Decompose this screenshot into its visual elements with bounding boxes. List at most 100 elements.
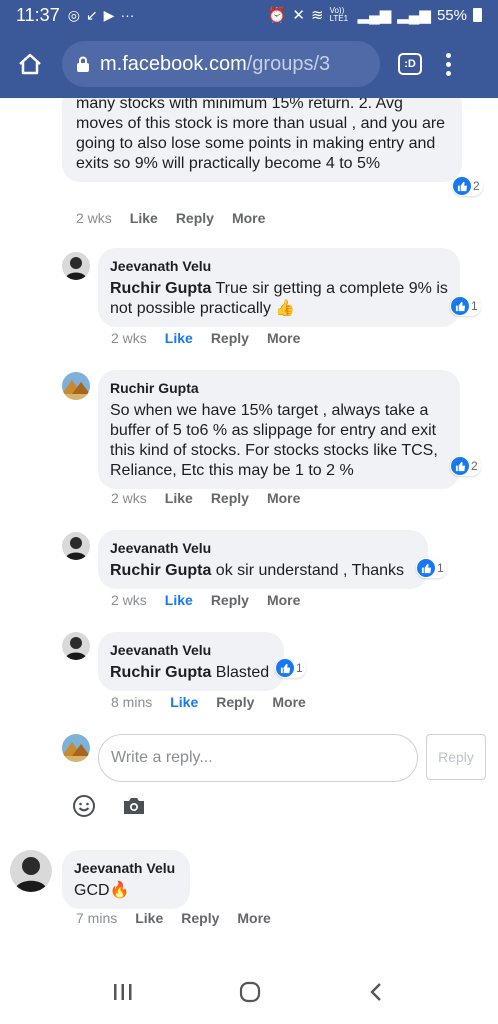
url-bar[interactable]: m.facebook.com/groups/3 (62, 41, 380, 87)
more-link[interactable]: More (267, 592, 300, 608)
like-reaction-icon (451, 457, 469, 475)
like-link[interactable]: Like (165, 592, 193, 608)
like-link[interactable]: Like (130, 210, 158, 226)
browser-menu-button[interactable] (444, 52, 452, 76)
recent-apps-icon[interactable] (112, 982, 134, 1002)
avatar[interactable] (62, 632, 90, 660)
comment-text: many stocks with minimum 15% return. 2. … (76, 98, 446, 172)
like-reaction-icon (417, 559, 435, 577)
reply-link[interactable]: Reply (176, 210, 214, 226)
comment-bubble: Jeevanath Velu Ruchir Gupta True sir get… (98, 248, 460, 327)
reply-link[interactable]: Reply (211, 592, 249, 608)
comment-bubble: Jeevanath Velu Ruchir Gupta Blasted (98, 632, 284, 691)
menu-dot (445, 61, 451, 67)
reply-submit-button[interactable]: Reply (426, 734, 486, 780)
comment-time[interactable]: 2 wks (111, 592, 147, 608)
reaction-count[interactable]: 2 (450, 456, 481, 476)
like-link[interactable]: Like (170, 694, 198, 710)
battery-percent: 55% (436, 6, 467, 24)
avatar[interactable] (62, 532, 90, 560)
comment-author[interactable]: Jeevanath Velu (110, 538, 416, 558)
reaction-number: 2 (473, 179, 480, 193)
pyramid-avatar-icon (62, 372, 90, 400)
like-link[interactable]: Like (165, 330, 193, 346)
comment-text: Blasted (211, 664, 270, 681)
reaction-count[interactable]: 2 (452, 176, 483, 196)
comment-text: GCD🔥 (74, 882, 130, 899)
comment-bubble: Jeevanath Velu GCD🔥 (62, 850, 190, 909)
mention-link[interactable]: Ruchir Gupta (110, 280, 211, 297)
more-link[interactable]: More (267, 330, 300, 346)
comment-time[interactable]: 7 mins (76, 910, 117, 926)
notification-icons: ◎ ↙ ▶ ··· (68, 7, 135, 24)
mention-link[interactable]: Ruchir Gupta (110, 562, 211, 579)
reaction-number: 1 (296, 661, 303, 675)
more-link[interactable]: More (232, 210, 265, 226)
emoji-icon[interactable] (72, 794, 96, 818)
comment-author[interactable]: Jeevanath Velu (74, 858, 178, 878)
comment-bubble: Ruchir Gupta So when we have 15% target … (98, 370, 460, 489)
avatar[interactable] (62, 372, 90, 400)
signal-icon-2: ▂▄▆ (397, 7, 431, 24)
comment-author[interactable]: Jeevanath Velu (110, 640, 272, 660)
home-button[interactable] (12, 46, 48, 82)
comment-actions: 7 mins Like Reply More (76, 910, 271, 926)
missed-call-icon: ↙ (85, 6, 98, 23)
user-avatar-icon (62, 532, 90, 560)
pyramid-avatar-icon (62, 734, 90, 762)
like-link[interactable]: Like (135, 910, 163, 926)
comment-actions: 2 wks Like Reply More (111, 592, 300, 608)
alarm-icon: ⏰ (267, 7, 287, 24)
comment-text: ok sir understand , Thanks (211, 562, 405, 579)
reaction-count[interactable]: 1 (450, 296, 481, 316)
browser-toolbar: m.facebook.com/groups/3 :D (0, 30, 498, 98)
like-reaction-icon (451, 297, 469, 315)
comments-thread: many stocks with minimum 15% return. 2. … (0, 98, 498, 950)
url-host: m.facebook.com (100, 52, 247, 75)
menu-dot (445, 70, 451, 76)
reaction-count[interactable]: 1 (416, 558, 447, 578)
composer-tools (72, 794, 146, 818)
more-link[interactable]: More (272, 694, 305, 710)
menu-dot (445, 52, 451, 58)
comment-time[interactable]: 2 wks (111, 330, 147, 346)
camera-icon[interactable] (122, 796, 146, 816)
reaction-number: 1 (471, 299, 478, 313)
whatsapp-icon: ◎ (67, 6, 80, 23)
reaction-count[interactable]: 1 (275, 658, 306, 678)
reply-link[interactable]: Reply (216, 694, 254, 710)
home-nav-icon[interactable] (238, 980, 262, 1004)
system-navigation-bar (0, 960, 498, 1024)
comment-author[interactable]: Ruchir Gupta (110, 378, 448, 398)
user-avatar-icon (10, 850, 52, 892)
more-link[interactable]: More (267, 490, 300, 506)
comment-time[interactable]: 8 mins (111, 694, 152, 710)
comment-time[interactable]: 2 wks (111, 490, 147, 506)
status-bar: 11:37 ◎ ↙ ▶ ··· ⏰ ✕ ≋ Vo)) LTE1 ▂▄▆ ▂▄▆ … (0, 0, 498, 30)
reply-input[interactable]: Write a reply... (98, 734, 418, 782)
composer-avatar (62, 734, 90, 762)
like-link[interactable]: Like (165, 490, 193, 506)
url-path: /groups/3 (246, 52, 331, 75)
mention-link[interactable]: Ruchir Gupta (110, 664, 211, 681)
battery-icon (473, 8, 482, 22)
mute-icon: ✕ (292, 7, 305, 24)
tabs-button[interactable]: :D (398, 53, 422, 75)
avatar[interactable] (10, 850, 52, 892)
user-avatar-icon (62, 632, 90, 660)
wifi-icon: ≋ (310, 7, 324, 24)
volte-label: Vo)) LTE1 (329, 6, 349, 23)
back-icon[interactable] (366, 981, 386, 1003)
lock-icon (77, 56, 89, 72)
like-reaction-icon (453, 177, 471, 195)
comment-author[interactable]: Jeevanath Velu (110, 256, 448, 276)
like-reaction-icon (276, 659, 294, 677)
more-link[interactable]: More (237, 910, 270, 926)
reaction-number: 1 (437, 561, 444, 575)
reply-link[interactable]: Reply (211, 330, 249, 346)
reply-link[interactable]: Reply (181, 910, 219, 926)
comment-time[interactable]: 2 wks (76, 210, 112, 226)
reply-placeholder: Write a reply... (111, 749, 213, 766)
avatar[interactable] (62, 252, 90, 280)
reply-link[interactable]: Reply (211, 490, 249, 506)
